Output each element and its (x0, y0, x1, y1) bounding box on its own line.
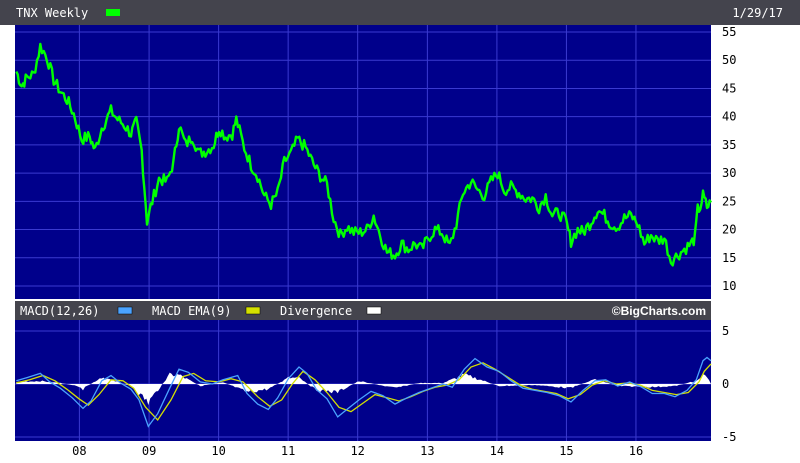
price-y-tick-label: 30 (722, 166, 736, 180)
macd-legend-swatch (245, 306, 261, 315)
price-y-tick-label: 40 (722, 110, 736, 124)
macd-legend-label: Divergence (280, 304, 352, 318)
x-tick-label: 09 (142, 444, 156, 458)
price-y-tick-label: 55 (722, 25, 736, 39)
price-y-tick-label: 45 (722, 81, 736, 95)
x-tick-label: 14 (490, 444, 504, 458)
x-tick-label: 11 (281, 444, 295, 458)
macd-y-axis: -5 0 5 (722, 324, 736, 444)
price-y-tick-label: 25 (722, 194, 736, 208)
macd-legend: MACD(12,26) MACD EMA(9) Divergence (20, 304, 382, 318)
price-y-axis: 10 15 20 25 30 35 40 45 50 55 (722, 25, 736, 293)
x-tick-label: 12 (350, 444, 364, 458)
x-tick-label: 10 (211, 444, 225, 458)
x-tick-label: 16 (629, 444, 643, 458)
x-tick-label: 15 (559, 444, 573, 458)
price-y-tick-label: 35 (722, 138, 736, 152)
price-y-tick-label: 50 (722, 53, 736, 67)
price-legend-swatch (106, 9, 120, 16)
macd-y-tick-label: 5 (722, 324, 729, 338)
chart: TNX Weekly 1/29/17 10 15 20 25 30 35 40 45 50 55 … (0, 0, 800, 463)
x-tick-label: 13 (420, 444, 434, 458)
price-y-tick-label: 20 (722, 223, 736, 237)
macd-legend-swatch (117, 306, 133, 315)
brand-label: ©BigCharts.com (612, 304, 706, 318)
macd-legend-label: MACD EMA(9) (152, 304, 231, 318)
macd-y-tick-label: 0 (722, 377, 729, 391)
symbol-label: TNX Weekly (16, 6, 88, 20)
macd-y-tick-label: -5 (722, 430, 736, 444)
x-axis: 08 09 10 11 12 13 14 15 16 (72, 444, 643, 458)
x-tick-label: 08 (72, 444, 86, 458)
price-y-tick-label: 15 (722, 251, 736, 265)
macd-legend-swatch (366, 306, 382, 315)
macd-legend-label: MACD(12,26) (20, 304, 99, 318)
price-y-tick-label: 10 (722, 279, 736, 293)
chart-canvas: TNX Weekly 1/29/17 10152025303540455055 … (0, 0, 800, 458)
date-label: 1/29/17 (732, 6, 783, 20)
